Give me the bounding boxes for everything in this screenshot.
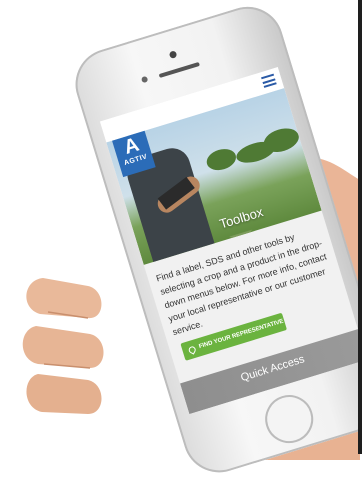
menu-icon[interactable] [261,73,277,88]
photo-scene: Toolbox A AGTIV Find a label, SDS and ot… [0,0,362,481]
quick-access-label: Quick Access [239,353,307,385]
image-border [358,0,362,454]
section-title: Toolbox [217,204,265,232]
phone-screen: Toolbox A AGTIV Find a label, SDS and ot… [99,67,362,415]
location-pin-icon [187,344,197,355]
smartphone: Toolbox A AGTIV Find a label, SDS and ot… [66,0,362,481]
hand-fingers [22,278,104,414]
